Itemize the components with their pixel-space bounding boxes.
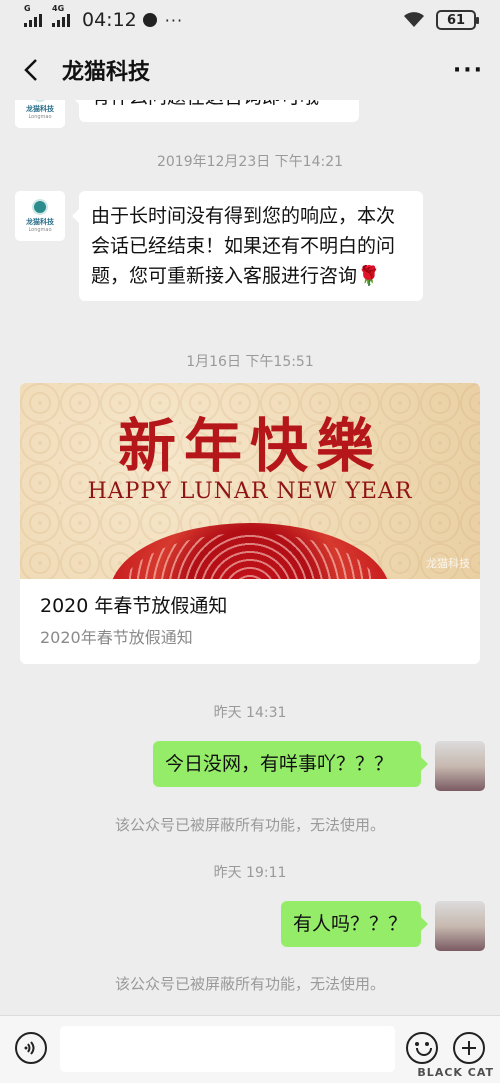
logo-text: 龙猫科技 [26, 218, 54, 226]
article-title: 2020 年春节放假通知 [40, 595, 228, 617]
back-arrow-icon[interactable] [16, 55, 46, 85]
message-text: 今日没网，有咩事吖？？？ [165, 753, 394, 775]
message-input-bar: BLACK CAT [0, 1015, 500, 1083]
black-cat-watermark: BLACK CAT [374, 1017, 494, 1079]
logo-subtext: Longmao [28, 227, 52, 233]
status-time: 04:12 [82, 9, 137, 31]
watermark-text: BLACK CAT [417, 1066, 494, 1079]
status-bar: G 4G 04:12 ··· 61 [0, 0, 500, 40]
logo-text: 龙猫科技 [26, 105, 54, 113]
wifi-icon [404, 12, 424, 27]
outgoing-message[interactable]: 今日没网，有咩事吖？？？ [153, 741, 428, 787]
system-notice: 该公众号已被屏蔽所有功能，无法使用。 [114, 816, 385, 834]
official-account-avatar[interactable]: 龙猫科技 Longmao [15, 191, 65, 241]
system-notice: 该公众号已被屏蔽所有功能，无法使用。 [114, 975, 385, 993]
timestamp: 1月16日 下午15:51 [186, 354, 314, 370]
cover-watermark: 龙猫科技 [426, 557, 470, 570]
article-description: 2020年春节放假通知 [40, 628, 193, 647]
article-card[interactable]: 新年快樂 HAPPY LUNAR NEW YEAR 龙猫科技 2020 年春节放… [20, 383, 480, 664]
logo-subtext: Longmao [28, 114, 52, 120]
logo-icon [32, 100, 48, 102]
message-text: 由于长时间没有得到您的响应，本次会话已经结束！如果还有不明白的问题，您可重新接入… [91, 205, 396, 287]
network-type-label-2: 4G [52, 4, 65, 13]
cover-title-cn: 新年快樂 [117, 412, 382, 480]
incoming-message[interactable]: 有什么问题在这咨询即可哦 [72, 100, 359, 122]
logo-icon [32, 199, 48, 215]
chat-area[interactable]: 龙猫科技 Longmao 有什么问题在这咨询即可哦 2019年12月23日 下午… [0, 100, 500, 1015]
voice-input-icon[interactable] [15, 1032, 47, 1064]
chat-title: 龙猫科技 [62, 60, 151, 85]
chat-header: 龙猫科技 ··· [0, 40, 500, 100]
message-text-input[interactable] [60, 1026, 395, 1072]
official-account-avatar[interactable]: 龙猫科技 Longmao [15, 100, 65, 128]
timestamp: 2019年12月23日 下午14:21 [156, 154, 344, 170]
user-avatar[interactable] [435, 741, 485, 791]
cover-title-en: HAPPY LUNAR NEW YEAR [87, 479, 413, 504]
more-notifications-icon: ··· [164, 10, 184, 30]
signal-icon-2: 4G [52, 4, 70, 27]
timestamp: 昨天 19:11 [213, 865, 287, 881]
user-avatar[interactable] [435, 901, 485, 951]
timestamp: 昨天 14:31 [213, 705, 287, 721]
network-type-label: G [24, 4, 31, 13]
message-text: 有人吗？？？ [293, 913, 408, 935]
article-cover-image: 新年快樂 HAPPY LUNAR NEW YEAR 龙猫科技 [20, 383, 480, 579]
message-text: 有什么问题在这咨询即可哦 [91, 100, 319, 108]
battery-icon: 61 [436, 10, 479, 30]
outgoing-message[interactable]: 有人吗？？？ [281, 901, 428, 947]
signal-icon: G [24, 4, 42, 27]
message-notification-icon [142, 13, 157, 27]
incoming-message[interactable]: 由于长时间没有得到您的响应，本次会话已经结束！如果还有不明白的问题，您可重新接入… [72, 191, 423, 301]
more-options-icon[interactable]: ··· [453, 58, 484, 83]
